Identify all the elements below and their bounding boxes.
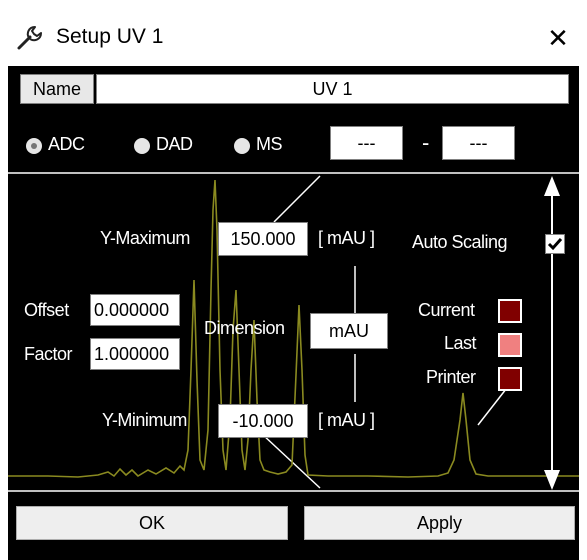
radio-ms-label[interactable]: MS xyxy=(256,134,283,155)
color-last-label: Last xyxy=(444,333,477,353)
color-printer-swatch[interactable] xyxy=(498,367,522,391)
dialog-body: Name UV 1 ADC DAD MS --- - --- Y-Maximum… xyxy=(8,66,579,560)
radio-dad-label[interactable]: DAD xyxy=(156,134,193,155)
dimension-field[interactable]: mAU xyxy=(310,313,388,349)
dimension-label: Dimension xyxy=(204,318,285,338)
radio-dad[interactable] xyxy=(134,138,150,154)
offset-field[interactable]: 0.000000 xyxy=(90,294,180,326)
radio-adc-label[interactable]: ADC xyxy=(48,134,85,155)
wrench-icon xyxy=(17,26,42,50)
radio-adc[interactable] xyxy=(26,138,42,154)
factor-label: Factor xyxy=(24,344,73,364)
y-maximum-label: Y-Maximum xyxy=(100,228,190,248)
y-maximum-field[interactable]: 150.000 xyxy=(218,222,308,256)
y-minimum-label: Y-Minimum xyxy=(102,410,187,430)
range-from-field[interactable]: --- xyxy=(330,126,403,160)
radio-ms[interactable] xyxy=(234,138,250,154)
offset-label: Offset xyxy=(24,300,69,320)
name-label: Name xyxy=(20,74,94,104)
color-printer-label: Printer xyxy=(426,367,476,387)
close-button[interactable]: ✕ xyxy=(538,18,578,58)
y-maximum-unit: [ mAU ] xyxy=(318,228,375,248)
factor-field[interactable]: 1.000000 xyxy=(90,338,180,370)
auto-scaling-checkbox[interactable] xyxy=(545,234,565,254)
ok-button[interactable]: OK xyxy=(16,506,288,540)
scale-panel: Y-Maximum 150.000 [ mAU ] Auto Scaling O… xyxy=(8,170,579,496)
title-bar: Setup UV 1 ✕ xyxy=(0,0,587,66)
color-current-label: Current xyxy=(418,300,475,320)
window-title: Setup UV 1 xyxy=(56,25,164,48)
double-arrow-icon xyxy=(544,176,560,490)
range-dash: - xyxy=(422,130,429,155)
name-field[interactable]: UV 1 xyxy=(96,74,569,104)
checkmark-icon xyxy=(547,238,563,251)
auto-scaling-label: Auto Scaling xyxy=(412,232,508,252)
color-current-swatch[interactable] xyxy=(498,299,522,323)
y-minimum-unit: [ mAU ] xyxy=(318,410,375,430)
color-last-swatch[interactable] xyxy=(498,333,522,357)
range-to-field[interactable]: --- xyxy=(442,126,515,160)
apply-button[interactable]: Apply xyxy=(304,506,575,540)
y-minimum-field[interactable]: -10.000 xyxy=(218,404,308,438)
chromatogram-preview xyxy=(8,172,579,492)
